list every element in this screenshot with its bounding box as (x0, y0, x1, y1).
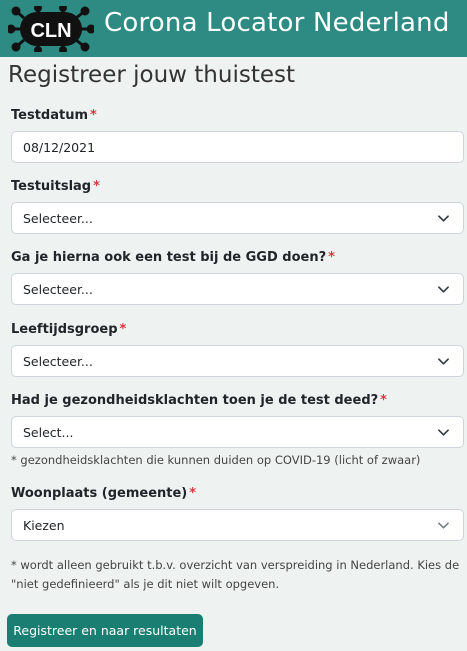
chevron-down-icon (438, 286, 449, 293)
woonplaats-select[interactable]: Kiezen (11, 509, 464, 541)
gezondheidsklachten-label-text: Had je gezondheidsklachten toen je de te… (11, 393, 379, 408)
cln-virus-logo-icon[interactable]: CLN (8, 6, 94, 52)
app-title: Corona Locator Nederland (104, 8, 450, 38)
testdatum-label: Testdatum * (11, 108, 97, 123)
testuitslag-value: Selecteer... (23, 210, 93, 226)
submit-button[interactable]: Registreer en naar resultaten (7, 614, 203, 647)
required-mark: * (328, 250, 335, 265)
ggd-test-value: Selecteer... (23, 281, 93, 297)
chevron-down-icon (438, 358, 449, 365)
leeftijdsgroep-select[interactable]: Selecteer... (11, 345, 464, 377)
required-mark: * (93, 179, 100, 194)
woonplaats-label-text: Woonplaats (gemeente) (11, 486, 188, 501)
ggd-test-label: Ga je hierna ook een test bij de GGD doe… (11, 250, 335, 265)
ggd-test-select[interactable]: Selecteer... (11, 273, 464, 305)
chevron-down-icon (438, 215, 449, 222)
leeftijdsgroep-label: Leeftijdsgroep * (11, 322, 126, 337)
testuitslag-select[interactable]: Selecteer... (11, 202, 464, 234)
chevron-down-icon (438, 522, 449, 529)
woonplaats-value: Kiezen (23, 517, 65, 533)
woonplaats-hint: * wordt alleen gebruikt t.b.v. overzicht… (11, 558, 460, 591)
required-mark: * (189, 486, 197, 501)
testuitslag-label-text: Testuitslag (11, 179, 92, 194)
required-mark: * (380, 393, 387, 408)
woonplaats-label: Woonplaats (gemeente) * (11, 486, 196, 501)
gezondheidsklachten-hint: * gezondheidsklachten die kunnen duiden … (11, 453, 421, 467)
leeftijdsgroep-label-text: Leeftijdsgroep (11, 322, 118, 337)
required-mark: * (119, 322, 127, 337)
gezondheidsklachten-value: Select... (23, 424, 74, 440)
required-mark: * (90, 108, 97, 123)
ggd-test-label-text: Ga je hierna ook een test bij de GGD doe… (11, 250, 327, 265)
gezondheidsklachten-label: Had je gezondheidsklachten toen je de te… (11, 393, 387, 408)
app-header: CLN Corona Locator Nederland (0, 0, 467, 57)
chevron-down-icon (438, 429, 449, 436)
gezondheidsklachten-select[interactable]: Select... (11, 416, 464, 448)
logo-text: CLN (30, 20, 71, 42)
testdatum-value: 08/12/2021 (23, 139, 96, 155)
leeftijdsgroep-value: Selecteer... (23, 353, 93, 369)
testdatum-input[interactable]: 08/12/2021 (11, 131, 464, 163)
testuitslag-label: Testuitslag * (11, 179, 100, 194)
testdatum-label-text: Testdatum (11, 108, 89, 123)
page-title: Registreer jouw thuistest (8, 62, 295, 88)
